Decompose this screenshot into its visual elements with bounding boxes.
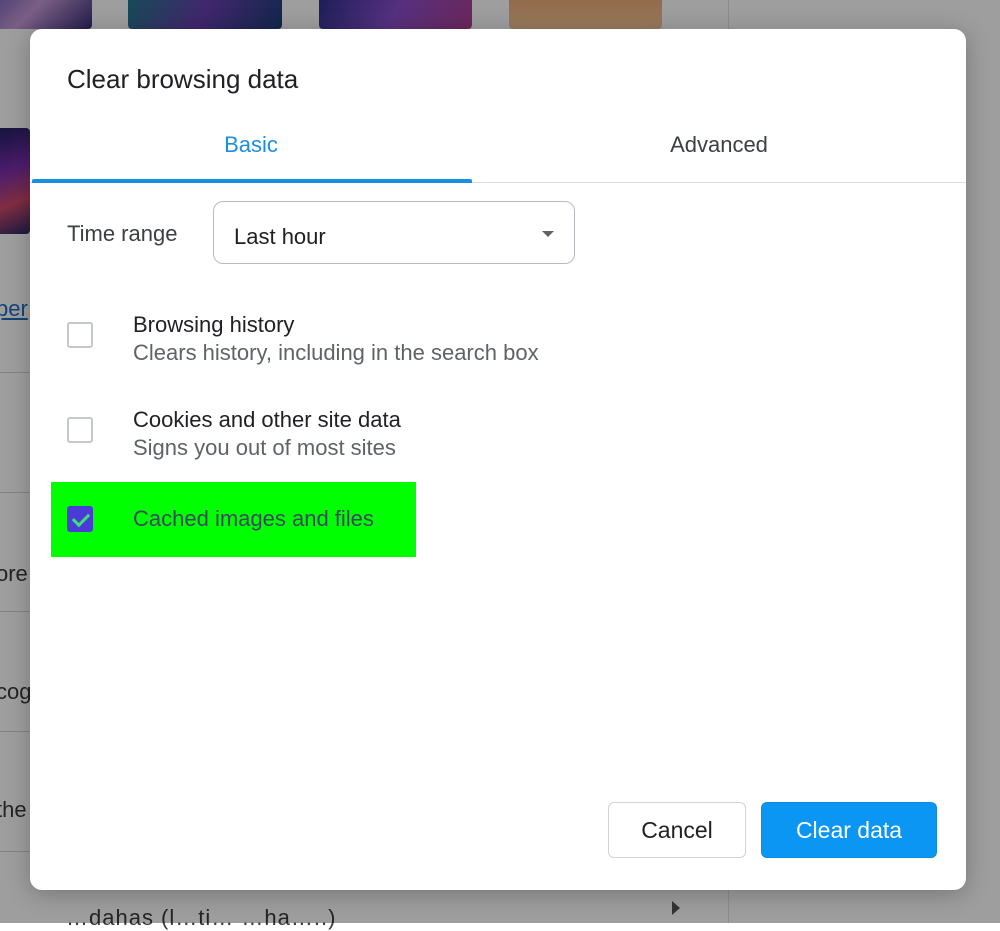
checkmark-icon	[71, 508, 91, 528]
option-title: Cookies and other site data	[133, 407, 401, 432]
option-title: Browsing history	[133, 312, 295, 337]
clear-data-button[interactable]: Clear data	[761, 802, 937, 858]
cookies-checkbox[interactable]	[67, 417, 93, 443]
time-range-value: Last hour	[234, 224, 326, 249]
tab-advanced[interactable]: Advanced	[482, 124, 956, 182]
time-range-label: Time range	[67, 221, 178, 246]
cached-images-checkbox[interactable]	[67, 506, 93, 532]
dialog-title: Clear browsing data	[67, 64, 299, 94]
tab-bar: Basic Advanced	[30, 124, 966, 183]
clear-browsing-data-dialog: Clear browsing data Basic Advanced Time …	[30, 29, 966, 890]
option-description: Clears history, including in the search …	[133, 340, 539, 365]
option-title: Cached images and files	[133, 506, 374, 531]
active-tab-indicator	[32, 179, 472, 183]
option-description: Signs you out of most sites	[133, 435, 396, 460]
dropdown-caret-icon	[542, 231, 554, 237]
tab-basic[interactable]: Basic	[30, 124, 472, 182]
cancel-button[interactable]: Cancel	[608, 802, 746, 858]
browsing-history-checkbox[interactable]	[67, 322, 93, 348]
time-range-select[interactable]: Last hour	[213, 201, 575, 264]
